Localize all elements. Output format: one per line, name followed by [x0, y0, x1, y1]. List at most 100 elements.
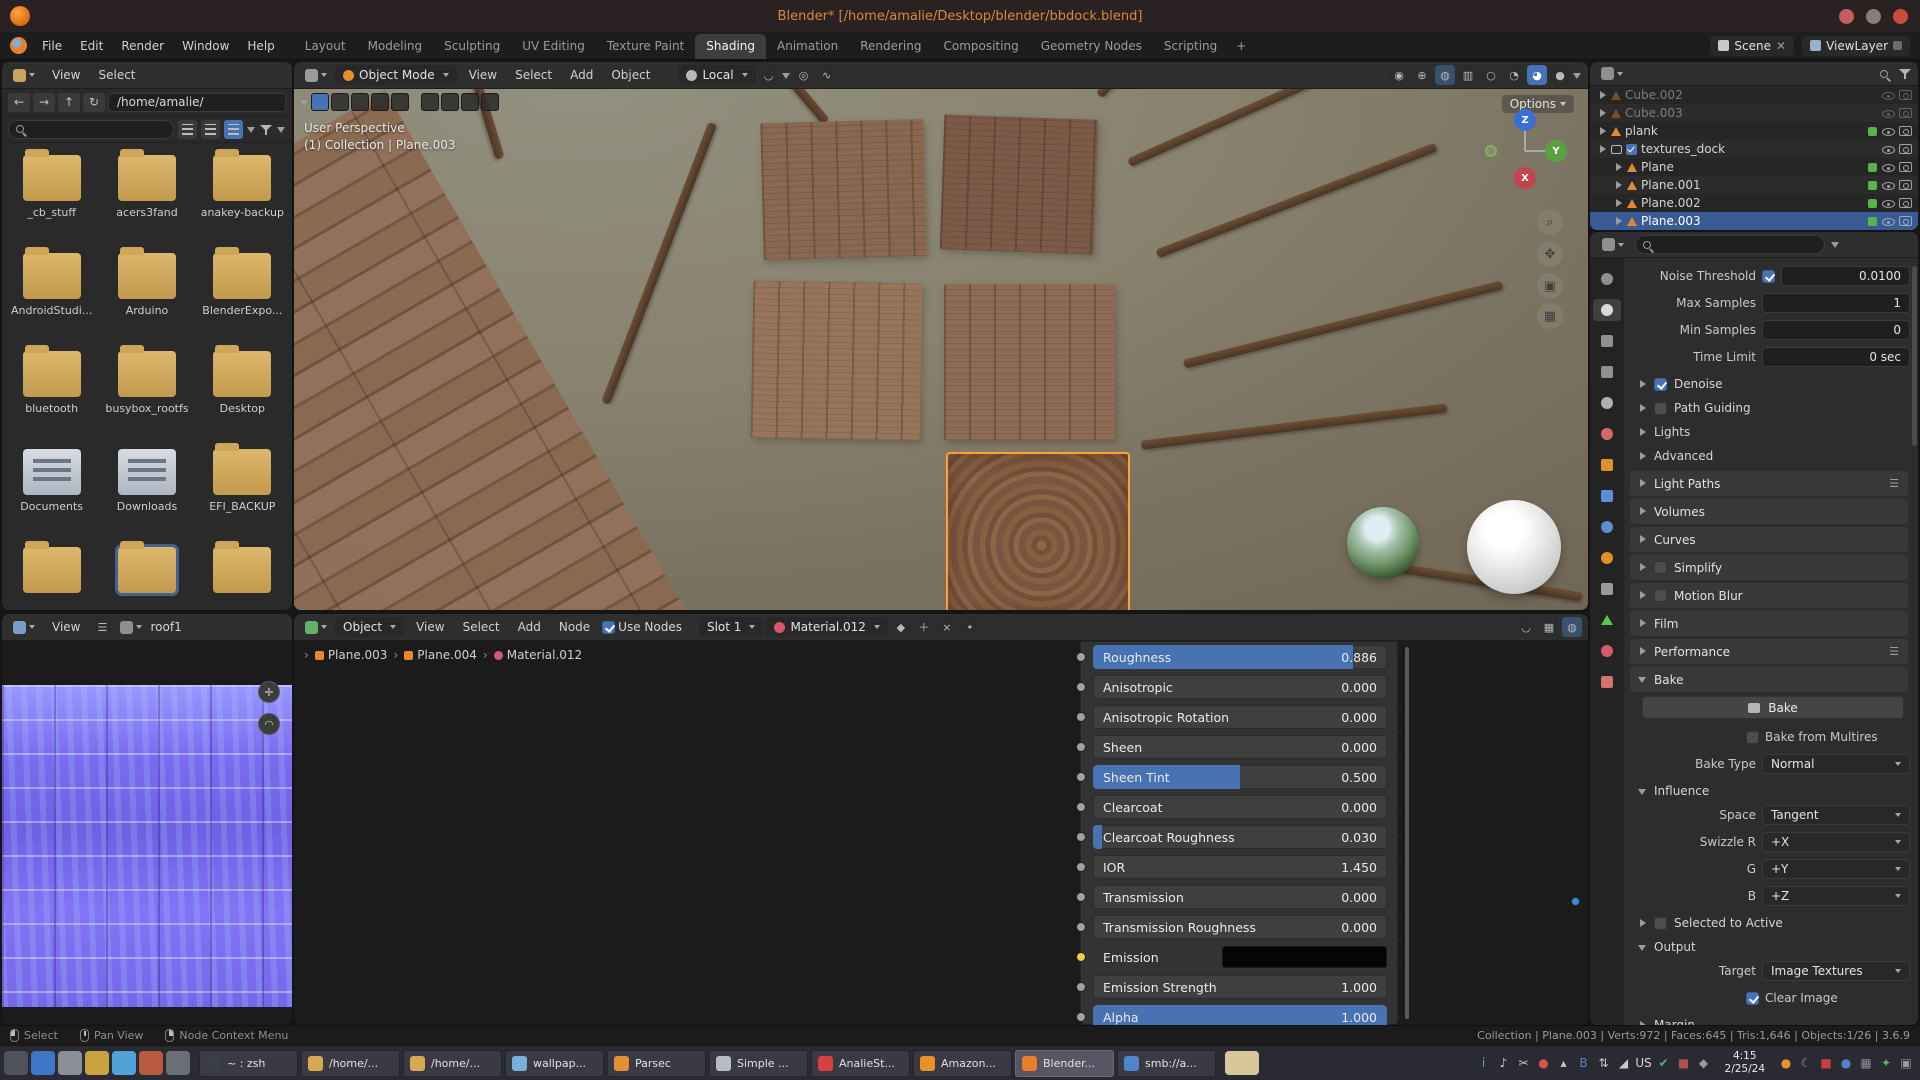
window-button[interactable]: smb://a...	[1117, 1050, 1216, 1077]
outliner-item[interactable]: plank	[1590, 122, 1918, 140]
folder-item[interactable]: Downloads	[99, 445, 194, 543]
properties-tab[interactable]	[1593, 578, 1621, 600]
filter-icon[interactable]	[1899, 67, 1912, 80]
gizmos-dropdown[interactable]: ⊕	[1412, 65, 1432, 85]
tray-icon[interactable]: ◢	[1614, 1052, 1634, 1074]
folder-item[interactable]	[195, 543, 290, 609]
node-param-row[interactable]: Emission Strength 1.000	[1093, 975, 1387, 999]
breadcrumb-item[interactable]: › Plane.003	[302, 648, 387, 662]
snapping-magnet-icon[interactable]: ◡	[1516, 617, 1536, 637]
swizzle-r-dropdown[interactable]: +X	[1762, 832, 1910, 852]
swizzle-b-dropdown[interactable]: +Z	[1762, 886, 1910, 906]
param-slider[interactable]: Clearcoat Roughness 0.030	[1093, 825, 1387, 849]
tray-icon[interactable]: ✂	[1514, 1052, 1534, 1074]
expand-caret-icon[interactable]	[1638, 647, 1647, 656]
node-param-row[interactable]: Sheen 0.000	[1093, 735, 1387, 759]
panel-header[interactable]: Performance ☰	[1630, 639, 1908, 664]
clock[interactable]: 4:15 2/25/24	[1717, 1050, 1773, 1076]
window-button[interactable]: Blender...	[1015, 1050, 1114, 1077]
new-viewlayer-icon[interactable]	[1893, 41, 1902, 50]
close-button[interactable]	[1893, 9, 1908, 24]
principled-bsdf-node[interactable]: Roughness 0.886 Anisotropic 0.000	[1080, 641, 1398, 1025]
folder-item[interactable]: _cb_stuff	[4, 151, 99, 249]
workspace-tab[interactable]: Shading	[695, 34, 766, 59]
param-slider[interactable]: IOR 1.450	[1093, 855, 1387, 879]
param-slider[interactable]: Sheen Tint 0.500	[1093, 765, 1387, 789]
tool-option[interactable]	[371, 93, 389, 111]
expand-caret-icon[interactable]	[1638, 404, 1647, 413]
menu-item[interactable]: Object	[602, 66, 659, 84]
output-subpanel[interactable]: Output	[1628, 935, 1910, 959]
param-slider[interactable]: Transmission Roughness 0.000	[1093, 915, 1387, 939]
tray-icon[interactable]: ◆	[1694, 1052, 1714, 1074]
bake-panel-header[interactable]: Bake	[1630, 667, 1908, 692]
folder-item[interactable]: acers3fand	[99, 151, 194, 249]
snapping-magnet-icon[interactable]: ◡	[759, 65, 779, 85]
visibility-dropdown[interactable]: ◉	[1389, 65, 1409, 85]
menu-item[interactable]: Help	[238, 37, 283, 55]
editor-type-dropdown[interactable]	[1597, 236, 1629, 253]
node-input-socket[interactable]	[1076, 1012, 1086, 1022]
tray-icon[interactable]: ▴	[1554, 1052, 1574, 1074]
expand-caret-icon[interactable]	[1638, 507, 1647, 516]
image-name[interactable]: roof1	[150, 620, 181, 634]
workspace-tab[interactable]: Scripting	[1153, 34, 1228, 59]
properties-tab[interactable]	[1593, 392, 1621, 414]
tray-icon[interactable]: ✦	[1876, 1052, 1896, 1074]
node-input-socket[interactable]	[1076, 832, 1086, 842]
shading-dropdown[interactable]	[1573, 71, 1582, 80]
noise-threshold-checkbox[interactable]	[1762, 270, 1775, 283]
menu-item[interactable]: Select	[454, 618, 509, 636]
margin-subpanel[interactable]: Margin	[1628, 1013, 1910, 1025]
viewport-canvas[interactable]: Options User Perspective (1) Collection …	[294, 89, 1588, 610]
window-button[interactable]: /home/...	[403, 1050, 502, 1077]
display-settings-dropdown[interactable]	[247, 125, 256, 134]
expand-caret-icon[interactable]	[1614, 163, 1623, 172]
filter-dropdown[interactable]	[277, 125, 286, 134]
gizmo-y-axis[interactable]: Y	[1545, 140, 1567, 162]
expand-caret-icon[interactable]	[1638, 380, 1647, 389]
window-button[interactable]: ~ : zsh	[199, 1050, 298, 1077]
workspace-tab[interactable]: Modeling	[357, 34, 434, 59]
folder-item[interactable]: Desktop	[195, 347, 290, 445]
hide-eye-icon[interactable]	[1881, 89, 1895, 101]
display-thumbnail-button[interactable]	[224, 120, 243, 139]
material-selector[interactable]: Material.012	[766, 617, 887, 637]
node-input-socket[interactable]	[1076, 922, 1086, 932]
expand-caret-icon[interactable]	[1638, 619, 1647, 628]
zoom-icon[interactable]: ⌕	[1537, 209, 1563, 235]
scene-selector[interactable]: Scene ✕	[1710, 36, 1794, 56]
folder-item[interactable]: Documents	[4, 445, 99, 543]
clear-image-checkbox[interactable]	[1746, 992, 1759, 1005]
properties-tab[interactable]	[1593, 485, 1621, 507]
hide-eye-icon[interactable]	[1881, 143, 1895, 155]
param-slider[interactable]: Transmission 0.000	[1093, 885, 1387, 909]
panel-header[interactable]: Curves ☰	[1630, 527, 1908, 552]
tray-icon[interactable]: i	[1474, 1052, 1494, 1074]
menu-item[interactable]: View	[407, 618, 453, 636]
node-input-socket[interactable]	[1076, 892, 1086, 902]
node-param-row[interactable]: Anisotropic 0.000	[1093, 675, 1387, 699]
workspace-tab[interactable]: Layout	[294, 34, 357, 59]
menu-item[interactable]: Add	[509, 618, 550, 636]
tray-icon[interactable]: ■	[1674, 1052, 1694, 1074]
tool-option[interactable]	[421, 93, 439, 111]
folder-item[interactable]: Arduino	[99, 249, 194, 347]
expand-caret-icon[interactable]	[1598, 109, 1607, 118]
panel-checkbox[interactable]	[1654, 561, 1667, 574]
properties-tab[interactable]	[1593, 547, 1621, 569]
app-launcher-icon[interactable]	[85, 1051, 109, 1075]
node-input-socket[interactable]	[1076, 712, 1086, 722]
expand-caret-icon[interactable]	[1638, 479, 1647, 488]
menu-item[interactable]: File	[33, 37, 71, 55]
noise-threshold-field[interactable]: 0.0100	[1781, 266, 1910, 286]
properties-tab[interactable]	[1593, 268, 1621, 290]
folder-item[interactable]: EFI_BACKUP	[195, 445, 290, 543]
properties-options-dropdown[interactable]	[1831, 240, 1840, 249]
bake-button[interactable]: Bake	[1642, 696, 1904, 719]
viewlayer-selector[interactable]: ViewLayer	[1802, 36, 1910, 56]
node-param-row[interactable]: Alpha 1.000	[1093, 1005, 1387, 1025]
workspace-tab[interactable]: UV Editing	[511, 34, 596, 59]
expand-caret-icon[interactable]	[1638, 452, 1647, 461]
expand-caret-icon[interactable]	[1598, 127, 1607, 136]
